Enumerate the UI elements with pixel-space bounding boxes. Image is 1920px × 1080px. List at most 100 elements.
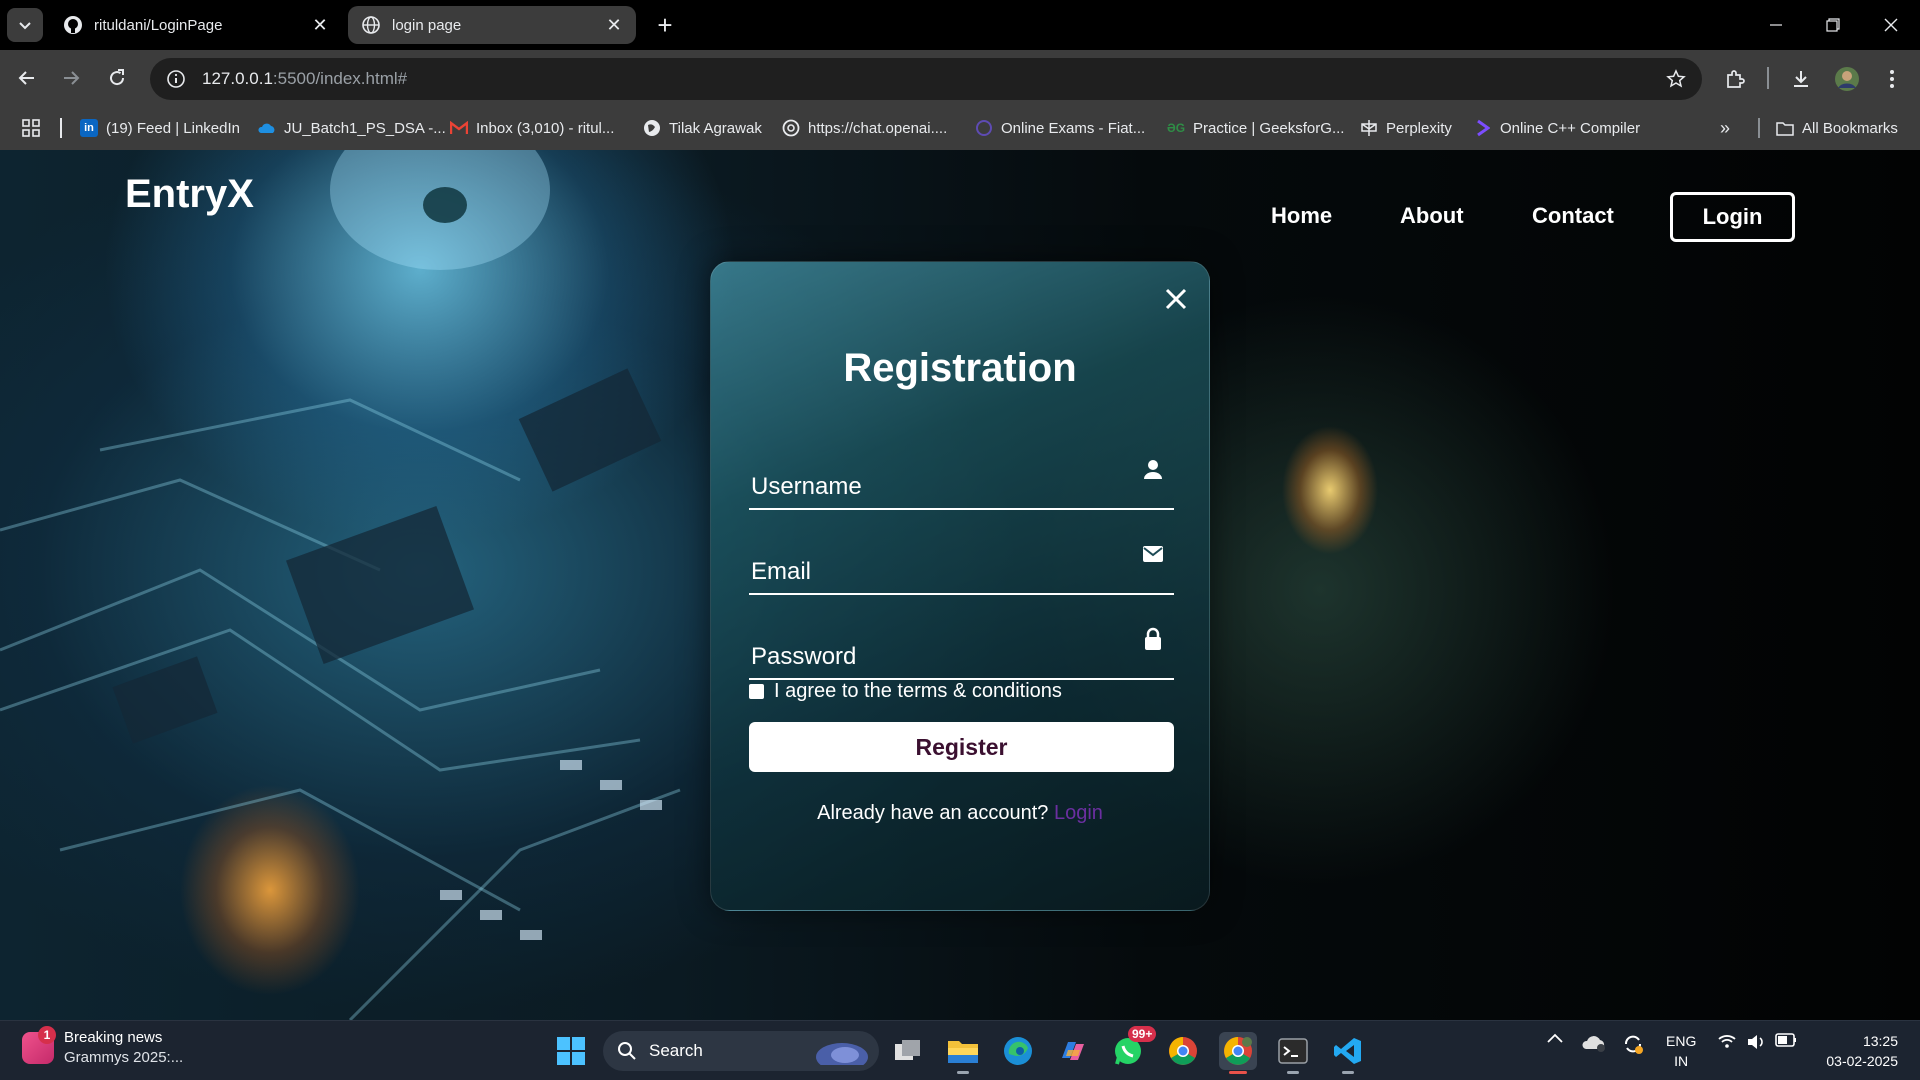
close-tab-icon[interactable]: ✕ [604,15,624,35]
battery-icon[interactable] [1774,1033,1798,1047]
search-highlight-icon [816,1043,868,1065]
site-header: EntryX Home About Contact Login [0,150,1920,270]
terminal-icon [1278,1038,1308,1064]
bookmark-exams[interactable]: Online Exams - Fiat... [975,116,1145,140]
edge-icon [1004,1037,1032,1065]
bookmark-gfg[interactable]: ƏG Practice | GeeksforG... [1167,116,1344,140]
onedrive-tray-icon[interactable] [1580,1033,1608,1053]
restore-button[interactable] [1813,8,1853,42]
nav-home[interactable]: Home [1271,203,1332,229]
folder-icon [1776,119,1794,137]
email-input[interactable] [749,535,1174,593]
apps-icon[interactable] [22,116,40,140]
site-logo[interactable]: EntryX [125,172,254,217]
password-input[interactable] [749,620,1174,678]
news-title: Breaking news [64,1029,163,1046]
chevron-down-icon [19,22,31,30]
all-bookmarks[interactable]: All Bookmarks [1776,116,1898,140]
bookmark-star-icon[interactable] [1664,67,1688,91]
taskbar-terminal[interactable] [1274,1032,1312,1074]
site-info-icon[interactable] [164,67,188,91]
tab-github[interactable]: rituldani/LoginPage ✕ [50,6,342,44]
bookmark-label: Online Exams - Fiat... [1001,119,1146,137]
taskbar-chrome[interactable] [1164,1032,1202,1070]
nav-login-button[interactable]: Login [1670,192,1795,242]
news-badge: 1 [38,1025,56,1044]
terms-checkbox-row[interactable]: I agree to the terms & conditions [749,680,1062,703]
start-button[interactable] [552,1032,590,1070]
forward-button[interactable] [55,62,87,94]
bookmark-gmail[interactable]: Inbox (3,010) - ritul... [450,116,614,140]
bookmark-label: Practice | GeeksforG... [1193,119,1345,137]
bookmarks-bar: in (19) Feed | LinkedIn JU_Batch1_PS_DSA… [0,106,1920,150]
exam-icon [975,119,993,137]
taskbar-edge[interactable] [999,1032,1037,1070]
taskbar-file-explorer[interactable] [944,1032,982,1074]
url-path: :5500/index.html# [272,69,408,88]
bookmark-onedrive[interactable]: JU_Batch1_PS_DSA -... [258,116,446,140]
news-widget[interactable]: 1 Breaking news Grammys 2025:... [22,1025,184,1066]
login-link[interactable]: Login [1054,802,1103,824]
back-button[interactable] [11,62,43,94]
news-icon: 1 [22,1025,56,1064]
password-field [749,620,1174,680]
bookmark-tilak[interactable]: Tilak Agrawak [643,116,762,140]
wifi-icon[interactable] [1715,1033,1739,1049]
show-hidden-icons[interactable] [1543,1033,1567,1043]
minimize-button[interactable] [1756,8,1796,42]
taskbar-vscode[interactable] [1329,1032,1367,1074]
system-clock[interactable]: 13:25 03-02-2025 [1826,1031,1898,1071]
reload-button[interactable] [101,62,133,94]
all-bookmarks-label: All Bookmarks [1802,119,1898,137]
extensions-icon[interactable] [1720,64,1750,94]
bookmark-label: Tilak Agrawak [669,119,762,137]
taskbar-copilot[interactable] [1054,1032,1092,1070]
close-tab-icon[interactable]: ✕ [310,15,330,35]
bookmark-label: Perplexity [1386,119,1452,137]
taskbar-chrome-profile[interactable] [1219,1032,1257,1074]
folder-icon [948,1041,978,1063]
copilot-icon [1062,1042,1084,1060]
register-button[interactable]: Register [749,722,1174,772]
bookmark-compiler[interactable]: Online C++ Compiler [1474,116,1640,140]
sync-icon[interactable] [1620,1033,1646,1055]
arrow-right-icon [64,71,80,85]
terms-checkbox[interactable] [749,684,764,699]
switch-text: Already have an account? [817,802,1049,824]
close-icon [1884,18,1898,32]
menu-icon[interactable] [1877,64,1907,94]
close-window-button[interactable] [1871,8,1911,42]
tab-search-button[interactable] [7,8,43,42]
tab-login-page[interactable]: login page ✕ [348,6,636,44]
taskbar-whatsapp[interactable]: 99+ [1109,1026,1157,1070]
bookmark-chatgpt[interactable]: https://chat.openai.... [782,116,947,140]
browser-toolbar: 127.0.0.1:5500/index.html# [0,50,1920,106]
nav-contact[interactable]: Contact [1532,203,1614,229]
running-indicator [1342,1071,1354,1074]
bookmark-label: Online C++ Compiler [1500,119,1641,137]
news-subtitle: Grammys 2025:... [64,1049,184,1066]
volume-icon[interactable] [1744,1033,1768,1051]
chrome-profile-icon [1224,1037,1252,1065]
bookmark-label: https://chat.openai.... [808,119,948,137]
new-tab-button[interactable]: + [650,10,680,40]
username-input[interactable] [749,450,1174,508]
bookmark-linkedin[interactable]: in (19) Feed | LinkedIn [80,116,240,140]
chrome-icon [1169,1037,1197,1065]
taskbar-search[interactable]: Search [603,1031,879,1071]
more-bookmarks-icon[interactable]: » [1720,116,1730,140]
nav-about[interactable]: About [1400,203,1464,229]
gfg-icon: ƏG [1166,121,1186,135]
close-icon[interactable] [1161,284,1191,314]
profile-avatar[interactable] [1832,64,1862,94]
bookmark-label: (19) Feed | LinkedIn [106,119,240,137]
address-bar[interactable]: 127.0.0.1:5500/index.html# [150,58,1702,100]
perplexity-icon [1360,119,1378,137]
language-indicator[interactable]: ENG IN [1666,1031,1696,1071]
bookmark-perplexity[interactable]: Perplexity [1360,116,1452,140]
taskbar: 1 Breaking news Grammys 2025:... Search … [0,1020,1920,1080]
task-view-button[interactable] [889,1032,927,1070]
email-field [749,535,1174,595]
download-icon[interactable] [1786,64,1816,94]
tab-title: login page [392,16,462,34]
